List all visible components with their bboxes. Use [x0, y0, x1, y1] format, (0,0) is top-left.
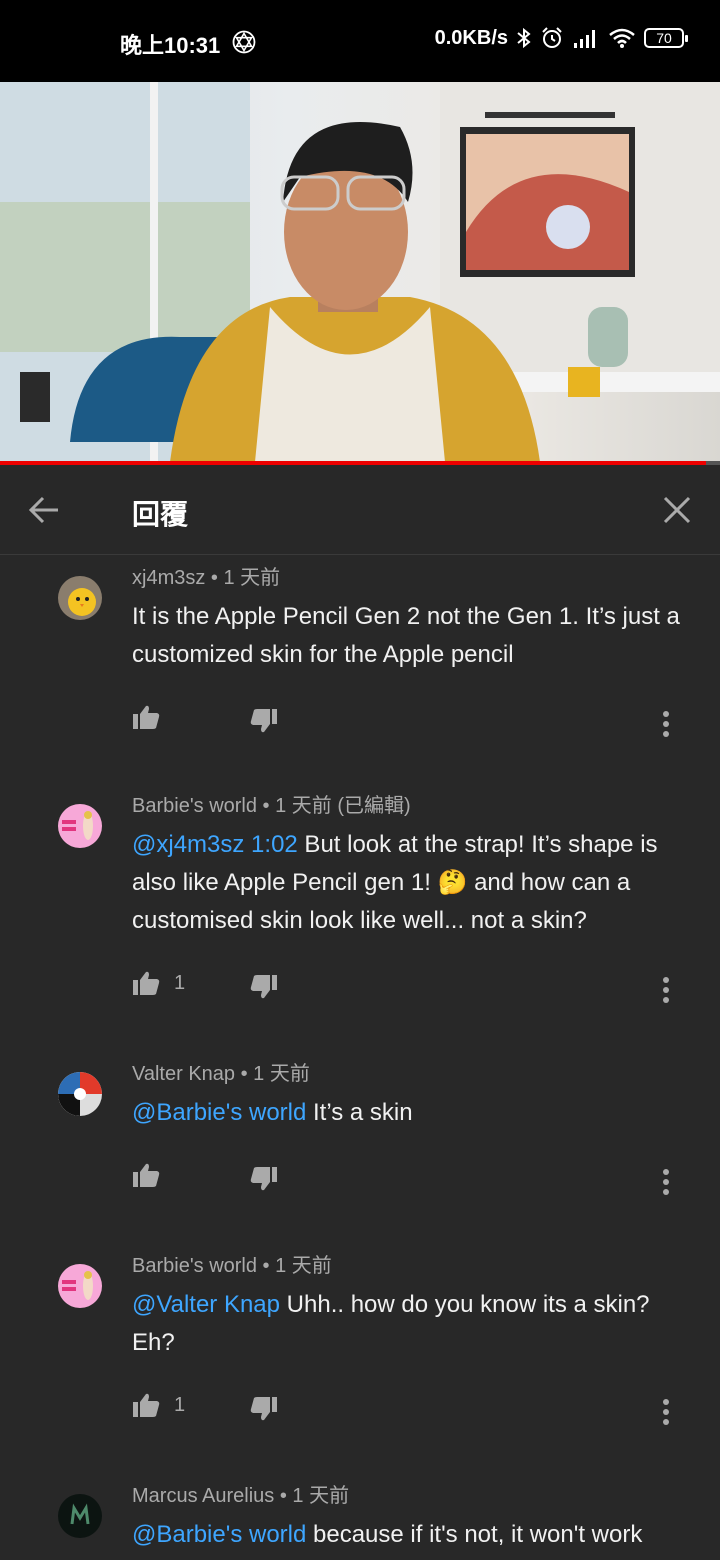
dislike-button[interactable]	[250, 708, 278, 739]
reply-text: @xj4m3sz 1:02 But look at the strap! It’…	[132, 826, 690, 940]
reply-time: 1 天前	[253, 1063, 310, 1085]
battery-indicator: 70	[644, 28, 688, 48]
dislike-icon	[250, 1397, 277, 1421]
reply-meta: Valter Knap • 1 天前	[132, 1063, 310, 1085]
like-count: 1	[174, 971, 186, 994]
like-icon	[133, 971, 160, 995]
like-icon	[133, 705, 160, 729]
replies-list: xj4m3sz • 1 天前 It is the Apple Pencil Ge…	[0, 556, 720, 1560]
avatar[interactable]	[58, 804, 102, 848]
reply-mention[interactable]: @Barbie's world	[132, 1521, 306, 1548]
reply-author[interactable]: xj4m3sz	[132, 567, 205, 589]
signal-icon	[574, 30, 595, 48]
reply-text: @Barbie's world because if it's not, it …	[132, 1516, 690, 1554]
barbie-avatar-icon	[58, 804, 102, 848]
reply-mention[interactable]: @xj4m3sz 1:02	[132, 831, 298, 858]
reply-item: Barbie's world • 1 天前 (已編輯) @xj4m3sz 1:0…	[0, 794, 720, 1052]
like-count: 1	[174, 1393, 186, 1416]
reply-author[interactable]: Barbie's world	[132, 1255, 257, 1277]
reply-mention[interactable]: @Barbie's world	[132, 1099, 306, 1126]
reply-author[interactable]: Marcus Aurelius	[132, 1485, 274, 1507]
status-bar: 晚上10:31 0.0KB/s 70	[0, 0, 720, 82]
alarm-icon	[542, 27, 562, 48]
dislike-button[interactable]	[250, 1396, 278, 1427]
bluetooth-icon	[517, 27, 531, 49]
like-icon	[133, 1393, 160, 1417]
dislike-button[interactable]	[250, 1166, 278, 1197]
status-indicators: 0.0KB/s 70	[434, 26, 688, 50]
dark-avatar-icon	[58, 1494, 102, 1538]
dislike-icon	[250, 709, 277, 733]
replies-header: 回覆	[0, 465, 720, 555]
reply-item: xj4m3sz • 1 天前 It is the Apple Pencil Ge…	[0, 566, 720, 784]
status-time: 晚上10:31	[120, 33, 221, 58]
more-options-button[interactable]	[642, 700, 690, 748]
reply-text: It is the Apple Pencil Gen 2 not the Gen…	[132, 598, 690, 674]
more-options-button[interactable]	[642, 966, 690, 1014]
reply-item: Marcus Aurelius • 1 天前 @Barbie's world b…	[0, 1484, 720, 1560]
battery-level: 70	[656, 30, 672, 46]
reply-mention[interactable]: @Valter Knap	[132, 1291, 280, 1318]
network-speed: 0.0KB/s	[434, 26, 508, 49]
more-vert-icon	[663, 1399, 669, 1425]
dislike-button[interactable]	[250, 974, 278, 1005]
reply-time: 1 天前	[275, 795, 332, 817]
reply-item: Valter Knap • 1 天前 @Barbie's world It’s …	[0, 1062, 720, 1244]
reply-meta: Barbie's world • 1 天前 (已編輯)	[132, 795, 411, 817]
like-button[interactable]: 1	[132, 1392, 185, 1418]
reply-text: @Barbie's world It’s a skin	[132, 1094, 690, 1132]
more-options-button[interactable]	[642, 1388, 690, 1436]
reply-author[interactable]: Valter Knap	[132, 1063, 235, 1085]
more-vert-icon	[663, 1169, 669, 1195]
chick-avatar-icon	[58, 576, 102, 620]
back-arrow-icon[interactable]	[24, 489, 66, 531]
reply-body: because if it's not, it won't work	[306, 1521, 643, 1548]
reply-actions: 1	[132, 960, 690, 1020]
like-button[interactable]	[132, 1162, 160, 1188]
video-frame	[0, 82, 720, 462]
reply-meta: Barbie's world • 1 天前	[132, 1255, 332, 1277]
panel-title: 回覆	[132, 499, 189, 530]
like-icon	[133, 1163, 160, 1187]
close-icon[interactable]	[656, 489, 698, 531]
video-player[interactable]	[0, 82, 720, 462]
avatar[interactable]	[58, 576, 102, 620]
like-button[interactable]	[132, 704, 160, 730]
reply-actions	[132, 1152, 690, 1212]
avatar[interactable]	[58, 1072, 102, 1116]
dislike-icon	[250, 1167, 277, 1191]
dislike-icon	[250, 975, 277, 999]
reply-meta: Marcus Aurelius • 1 天前	[132, 1485, 350, 1507]
reply-author[interactable]: Barbie's world	[132, 795, 257, 817]
reply-time: 1 天前	[275, 1255, 332, 1277]
reply-actions	[132, 694, 690, 754]
reply-time: 1 天前	[223, 567, 281, 589]
more-vert-icon	[663, 977, 669, 1003]
wifi-icon	[609, 28, 635, 48]
reply-item: Barbie's world • 1 天前 @Valter Knap Uhh..…	[0, 1254, 720, 1474]
reply-actions: 1	[132, 1382, 690, 1442]
barbie-avatar-icon	[58, 1264, 102, 1308]
hexagram-icon	[232, 30, 256, 54]
reply-text: @Valter Knap Uhh.. how do you know its a…	[132, 1286, 690, 1362]
avatar[interactable]	[58, 1494, 102, 1538]
more-vert-icon	[663, 711, 669, 737]
reply-body: It’s a skin	[306, 1099, 413, 1126]
edited-label: (已編輯)	[337, 795, 411, 817]
more-options-button[interactable]	[642, 1158, 690, 1206]
reply-body: It is the Apple Pencil Gen 2 not the Gen…	[132, 603, 680, 668]
disc-avatar-icon	[58, 1072, 102, 1116]
avatar[interactable]	[58, 1264, 102, 1308]
like-button[interactable]: 1	[132, 970, 185, 996]
reply-time: 1 天前	[292, 1485, 350, 1507]
reply-meta: xj4m3sz • 1 天前	[132, 567, 281, 589]
